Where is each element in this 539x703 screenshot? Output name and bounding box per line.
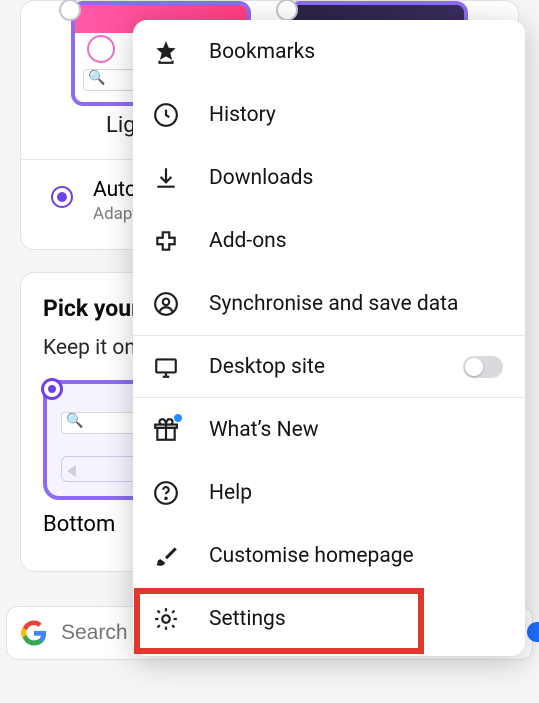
gift-icon <box>153 417 179 443</box>
main-menu: Bookmarks History Downloads Add-ons Sync… <box>133 20 525 656</box>
menu-customise-homepage[interactable]: Customise homepage <box>133 524 525 587</box>
google-icon <box>21 620 47 646</box>
menu-history-label: History <box>209 103 276 127</box>
desktop-site-toggle[interactable] <box>463 356 503 378</box>
help-icon <box>153 480 179 506</box>
menu-whats-new[interactable]: What’s New <box>133 398 525 461</box>
menu-help[interactable]: Help <box>133 461 525 524</box>
sync-icon <box>153 291 179 317</box>
menu-addons-label: Add-ons <box>209 229 287 253</box>
menu-addons[interactable]: Add-ons <box>133 209 525 272</box>
brush-icon <box>153 543 179 569</box>
menu-customise-label: Customise homepage <box>209 544 414 568</box>
menu-sync-label: Synchronise and save data <box>209 292 458 316</box>
addon-icon <box>153 228 179 254</box>
menu-settings[interactable]: Settings <box>133 587 525 650</box>
new-indicator-dot <box>174 414 182 422</box>
menu-bookmarks[interactable]: Bookmarks <box>133 20 525 83</box>
menu-bookmarks-label: Bookmarks <box>209 40 315 64</box>
menu-downloads-label: Downloads <box>209 166 313 190</box>
radio-selected-icon <box>51 186 73 208</box>
menu-whats-new-label: What’s New <box>209 418 319 442</box>
desktop-icon <box>153 354 179 380</box>
settings-icon <box>153 606 179 632</box>
menu-help-label: Help <box>209 481 252 505</box>
menu-sync[interactable]: Synchronise and save data <box>133 272 525 335</box>
history-icon <box>153 102 179 128</box>
download-icon <box>153 165 179 191</box>
bookmark-icon <box>153 39 179 65</box>
menu-downloads[interactable]: Downloads <box>133 146 525 209</box>
menu-desktop-site-label: Desktop site <box>209 355 325 379</box>
menu-history[interactable]: History <box>133 83 525 146</box>
menu-desktop-site[interactable]: Desktop site <box>133 335 525 398</box>
menu-settings-label: Settings <box>209 607 286 631</box>
